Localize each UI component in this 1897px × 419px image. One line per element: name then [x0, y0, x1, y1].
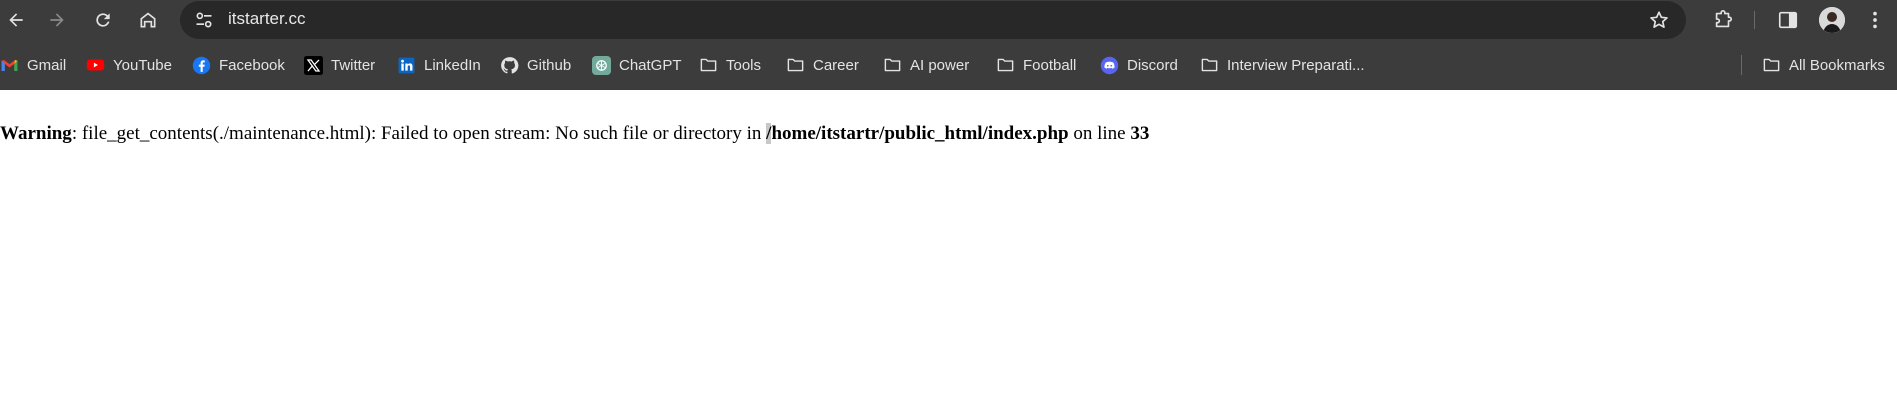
folder-icon: [883, 56, 902, 75]
home-icon: [140, 12, 156, 28]
all-bookmarks-button[interactable]: All Bookmarks: [1762, 50, 1885, 80]
file-path-rest: home/itstartr/public_html/index.php: [771, 123, 1069, 144]
youtube-icon: [86, 56, 105, 75]
more-vert-icon: [1873, 11, 1877, 29]
back-button[interactable]: [0, 4, 32, 36]
bookmark-label: Football: [1023, 56, 1077, 74]
github-icon: [500, 56, 519, 75]
line-number: 33: [1130, 123, 1150, 144]
bookmark-label: Facebook: [219, 56, 285, 74]
bookmark-label: Twitter: [331, 56, 376, 74]
file-path: /home/itstartr/public_html/index.php: [766, 123, 1069, 144]
bookmark-folder-interview-preparation[interactable]: Interview Preparati...: [1200, 50, 1365, 80]
bookmark-chatgpt[interactable]: ChatGPT: [592, 50, 682, 80]
bookmark-label: Gmail: [27, 56, 67, 74]
site-info-icon[interactable]: [194, 10, 214, 30]
toolbar-separator: [1754, 11, 1755, 29]
bookmark-folder-tools[interactable]: Tools: [699, 50, 761, 80]
folder-icon: [996, 56, 1015, 75]
reload-icon: [96, 13, 110, 27]
forward-button[interactable]: [41, 4, 73, 36]
side-panel-button[interactable]: [1774, 6, 1802, 34]
facebook-icon: [192, 56, 211, 75]
bookmark-folder-ai-power[interactable]: AI power: [883, 50, 969, 80]
bookmark-gmail[interactable]: Gmail: [0, 50, 66, 80]
bookmark-label: Github: [527, 56, 572, 74]
bookmark-label: Interview Preparati...: [1227, 56, 1365, 74]
folder-icon: [699, 56, 718, 75]
bookmark-folder-career[interactable]: Career: [786, 50, 859, 80]
address-bar[interactable]: itstarter.cc: [180, 1, 1686, 39]
bookmark-label: ChatGPT: [619, 56, 682, 74]
discord-icon: [1100, 56, 1119, 75]
x-twitter-icon: [304, 55, 323, 75]
folder-icon: [786, 56, 805, 75]
bookmark-linkedin[interactable]: LinkedIn: [397, 50, 481, 80]
bookmark-label: YouTube: [113, 56, 172, 74]
side-panel-icon: [1778, 11, 1798, 29]
extensions-button[interactable]: [1709, 6, 1737, 34]
bookmarks-separator: [1741, 55, 1742, 75]
arrow-right-icon: [50, 13, 64, 27]
line-text: on line: [1068, 123, 1131, 144]
bookmark-facebook[interactable]: Facebook: [192, 50, 285, 80]
chatgpt-icon: [592, 55, 611, 75]
warning-label: Warning: [0, 123, 72, 144]
folder-icon: [1200, 56, 1219, 75]
gmail-icon: [0, 56, 19, 75]
bookmark-youtube[interactable]: YouTube: [86, 50, 172, 80]
bookmarks-bar: Gmail YouTube Facebook Twitter LinkedIn …: [0, 40, 1897, 90]
bookmark-label: Discord: [1127, 56, 1178, 74]
home-button[interactable]: [132, 4, 164, 36]
bookmark-label: LinkedIn: [424, 56, 481, 74]
profile-avatar[interactable]: [1819, 7, 1845, 33]
bookmark-discord[interactable]: Discord: [1100, 50, 1178, 80]
bookmark-label: Tools: [726, 56, 762, 74]
bookmark-star-icon[interactable]: [1648, 9, 1670, 31]
bookmark-twitter[interactable]: Twitter: [304, 50, 375, 80]
puzzle-icon: [1715, 10, 1733, 28]
browser-toolbar: itstarter.cc: [0, 0, 1897, 40]
url-text[interactable]: itstarter.cc: [228, 9, 305, 29]
all-bookmarks-label: All Bookmarks: [1789, 56, 1885, 74]
php-warning-message: Warning: file_get_contents(./maintenance…: [0, 123, 1149, 145]
bookmark-label: AI power: [910, 56, 970, 74]
browser-menu-button[interactable]: [1861, 6, 1889, 34]
bookmark-github[interactable]: Github: [500, 50, 571, 80]
bookmark-folder-football[interactable]: Football: [996, 50, 1076, 80]
linkedin-icon: [397, 56, 416, 75]
arrow-left-icon: [9, 13, 23, 27]
warning-text: : file_get_contents(./maintenance.html):…: [71, 123, 767, 144]
reload-button[interactable]: [87, 4, 119, 36]
bookmark-label: Career: [813, 56, 859, 74]
avatar-icon: [1819, 7, 1845, 33]
folder-icon: [1762, 56, 1781, 75]
